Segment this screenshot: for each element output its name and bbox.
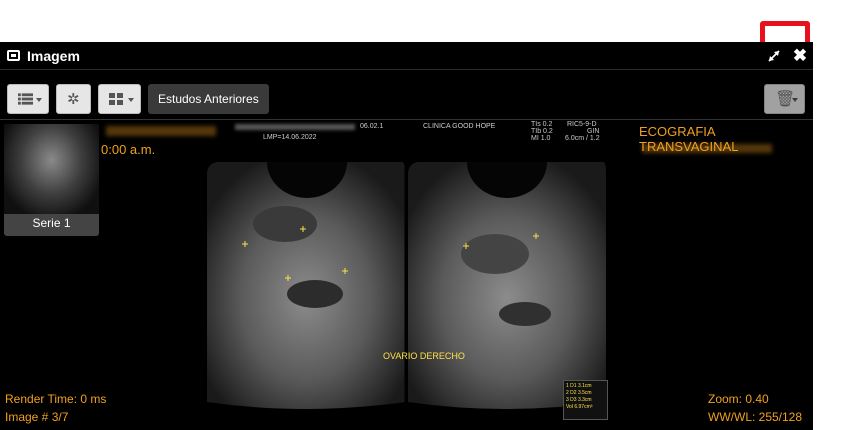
patient-info-blurred (235, 124, 355, 130)
depth-label: 6.0cm / 1.2 (565, 135, 600, 142)
measure-d3: 3 D3 3.3cm (566, 397, 592, 403)
previous-studies-button[interactable]: Estudos Anteriores (148, 84, 269, 114)
study-date-blurred (642, 144, 772, 153)
settings-button[interactable]: ✲ (56, 84, 91, 114)
close-icon[interactable]: ✖ (791, 45, 809, 67)
ultrasound-image (205, 144, 608, 412)
layout-button[interactable] (98, 84, 141, 114)
measurement-box: 1 D1 3.1cm 2 D2 3.5cm 3 D3 3.3cm Vol 6.9… (563, 380, 608, 420)
zoom-level: Zoom: 0.40 (708, 392, 769, 406)
ti-line-2: TIb 0.2 (531, 128, 553, 135)
series-list-button[interactable] (7, 84, 49, 114)
lmp-text: LMP=14.06.2022 (263, 134, 317, 141)
window-level: WW/WL: 255/128 (708, 410, 803, 424)
measure-volume: Vol 6.97cm³ (566, 404, 593, 410)
measure-d1: 1 D1 3.1cm (566, 383, 592, 389)
ovary-label: OVARIO DERECHO (383, 351, 465, 361)
chevron-down-icon (792, 98, 798, 102)
grid-layout-icon (109, 93, 123, 105)
list-icon (18, 93, 33, 105)
image-index: Image # 3/7 (5, 410, 69, 424)
patient-name-blurred (106, 126, 216, 136)
series-thumbnail[interactable]: Serie 1 (4, 124, 99, 236)
measure-d2: 2 D2 3.5cm (566, 390, 592, 396)
ti-line-1: TIs 0.2 (531, 121, 553, 128)
image-viewport[interactable]: Serie 1 0:00 a.m. ECOGRAFIA TRANSVAGINAL… (0, 119, 813, 430)
clinic-name: CLINICA GOOD HOPE (423, 123, 496, 130)
render-time: Render Time: 0 ms (5, 392, 107, 406)
restore-icon[interactable] (766, 48, 782, 64)
preset-label: GIN (587, 128, 600, 135)
image-window-icon (7, 50, 20, 61)
chevron-down-icon (36, 98, 42, 102)
chevron-down-icon (128, 98, 134, 102)
header-code: 06.02.1 (360, 123, 384, 130)
window-title: Imagem (27, 48, 80, 64)
series-label: Serie 1 (32, 216, 71, 230)
gear-icon: ✲ (67, 91, 80, 108)
image-window: Imagem ✖ ✲ Estudos Anteriores 🗑 Serie 1 … (0, 42, 813, 430)
toolbar: ✲ Estudos Anteriores 🗑 (0, 71, 813, 117)
ultrasound-header: 06.02.1 CLINICA GOOD HOPE LMP=14.06.2022… (205, 120, 608, 142)
probe-label: RIC5-9-D (567, 121, 597, 128)
study-time: 0:00 a.m. (101, 142, 156, 157)
window-titlebar: Imagem ✖ (0, 42, 813, 70)
delete-button[interactable]: 🗑 (764, 84, 805, 114)
series-thumbnail-image (4, 124, 99, 214)
ti-line-3: MI 1.0 (531, 135, 551, 142)
